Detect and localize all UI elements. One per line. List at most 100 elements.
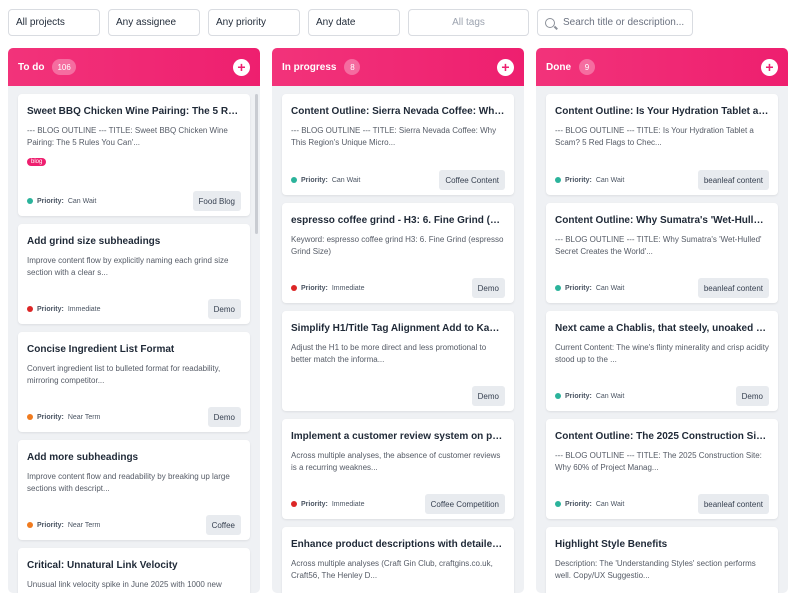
date-filter[interactable]: Any date xyxy=(308,9,400,36)
search-input[interactable]: Search title or description... xyxy=(537,9,693,36)
assignee-filter[interactable]: Any assignee xyxy=(108,9,200,36)
project-badge[interactable]: Demo xyxy=(207,299,241,319)
card-description: Improve content flow and readability by … xyxy=(27,472,230,493)
card-title: Implement a customer review system on pr… xyxy=(291,431,505,442)
card-title: espresso coffee grind - H3: 6. Fine Grin… xyxy=(291,215,505,226)
column-header: Done 9 + xyxy=(536,48,788,86)
card-footer: Priority: Can Wait Food Blog xyxy=(27,186,241,216)
project-badge[interactable]: Demo xyxy=(207,407,241,427)
plus-icon: + xyxy=(765,59,774,75)
task-card[interactable]: Next came a Chablis, that steely, unoake… xyxy=(546,311,778,411)
task-card[interactable]: Add grind size subheadings Improve conten… xyxy=(18,224,250,324)
project-badge[interactable]: Coffee Content xyxy=(439,170,505,190)
column-title: To do xyxy=(18,61,45,73)
priority-label: Priority: xyxy=(565,392,592,400)
card-description: --- BLOG OUTLINE --- TITLE: Sweet BBQ Ch… xyxy=(27,126,228,147)
card-description: Current Content: The wine's flinty miner… xyxy=(555,343,769,364)
column-scrollbar[interactable] xyxy=(255,94,258,234)
project-filter[interactable]: All projects xyxy=(8,9,100,36)
add-card-button[interactable]: + xyxy=(233,58,250,76)
task-card[interactable]: Highlight Style Benefits Description: The… xyxy=(546,527,778,593)
task-card[interactable]: Content Outline: Sierra Nevada Coffee: W… xyxy=(282,94,514,195)
card-title: Sweet BBQ Chicken Wine Pairing: The 5 Ru… xyxy=(27,106,241,117)
tags-filter[interactable]: All tags xyxy=(408,9,529,36)
project-badge[interactable]: Demo xyxy=(735,386,769,406)
task-card[interactable]: Content Outline: Is Your Hydration Table… xyxy=(546,94,778,195)
task-card[interactable]: Enhance product descriptions with detail… xyxy=(282,527,514,593)
task-card[interactable]: espresso coffee grind - H3: 6. Fine Grin… xyxy=(282,203,514,303)
column-title: In progress xyxy=(282,61,337,73)
project-badge[interactable]: beanleaf content xyxy=(697,278,769,298)
column-count-badge: 8 xyxy=(344,59,361,75)
priority-dot-icon xyxy=(291,285,297,291)
card-description: --- BLOG OUTLINE --- TITLE: Sierra Nevad… xyxy=(291,126,497,147)
card-title: Content Outline: Why Sumatra's 'Wet-Hull… xyxy=(555,215,769,226)
card-description: Description: The 'Understanding Styles' … xyxy=(555,559,756,580)
column-header: In progress 8 + xyxy=(272,48,524,86)
column-in-progress: In progress 8 + Content Outline: Sierra Nev… xyxy=(272,48,524,593)
priority-value: Can Wait xyxy=(595,284,625,292)
card-description: --- BLOG OUTLINE --- TITLE: Why Sumatra'… xyxy=(555,235,762,256)
card-title: Add more subheadings xyxy=(27,452,139,463)
card-description: Across multiple analyses (Craft Gin Club… xyxy=(291,559,493,580)
priority-dot-icon xyxy=(27,306,33,312)
project-badge[interactable]: Demo xyxy=(471,386,505,406)
priority-value: Can Wait xyxy=(595,176,625,184)
task-card[interactable]: Content Outline: The 2025 Construction S… xyxy=(546,419,778,519)
priority-label: Priority: xyxy=(37,521,64,529)
column-body[interactable]: Content Outline: Sierra Nevada Coffee: W… xyxy=(272,86,524,593)
card-title: Concise Ingredient List Format xyxy=(27,344,175,355)
task-card[interactable]: Implement a customer review system on pr… xyxy=(282,419,514,519)
priority-value: Immediate xyxy=(67,305,101,313)
priority-value: Near Term xyxy=(67,413,101,421)
priority-value: Can Wait xyxy=(595,500,625,508)
task-card[interactable]: Sweet BBQ Chicken Wine Pairing: The 5 Ru… xyxy=(18,94,250,216)
priority-dot-icon xyxy=(27,198,33,204)
card-title: Simplify H1/Title Tag Alignment Add to K… xyxy=(291,323,505,334)
task-card[interactable]: Concise Ingredient List Format Convert in… xyxy=(18,332,250,432)
project-filter-value: All projects xyxy=(16,17,65,28)
priority-value: Can Wait xyxy=(67,197,97,205)
search-icon xyxy=(545,17,555,28)
card-description: Convert ingredient list to bulleted form… xyxy=(27,364,221,385)
card-title: Content Outline: Is Your Hydration Table… xyxy=(555,106,769,117)
project-badge[interactable]: beanleaf content xyxy=(697,170,769,190)
card-tag[interactable]: blog xyxy=(27,158,47,166)
priority-label: Priority: xyxy=(565,500,592,508)
card-description: Unusual link velocity spike in June 2025… xyxy=(27,580,222,589)
column-body[interactable]: Content Outline: Is Your Hydration Table… xyxy=(536,86,788,593)
assignee-filter-value: Any assignee xyxy=(116,17,177,28)
card-title: Critical: Unnatural Link Velocity xyxy=(27,560,178,571)
add-card-button[interactable]: + xyxy=(497,58,514,76)
project-badge[interactable]: Coffee Competition xyxy=(424,494,505,514)
column-count-badge: 106 xyxy=(52,59,76,75)
card-footer: Priority: Near Term Coffee xyxy=(27,510,241,540)
add-card-button[interactable]: + xyxy=(761,58,778,76)
priority-dot-icon xyxy=(27,522,33,528)
priority-label: Priority: xyxy=(301,176,328,184)
card-footer: Priority: Can Wait Coffee Content xyxy=(291,165,505,195)
card-title: Highlight Style Benefits xyxy=(555,539,668,550)
project-badge[interactable]: Demo xyxy=(471,278,505,298)
priority-label: Priority: xyxy=(301,284,328,292)
column-body[interactable]: Sweet BBQ Chicken Wine Pairing: The 5 Ru… xyxy=(8,86,260,593)
plus-icon: + xyxy=(501,59,510,75)
column-header: To do 106 + xyxy=(8,48,260,86)
card-title: Enhance product descriptions with detail… xyxy=(291,539,505,550)
priority-label: Priority: xyxy=(301,500,328,508)
task-card[interactable]: Content Outline: Why Sumatra's 'Wet-Hull… xyxy=(546,203,778,303)
search-placeholder: Search title or description... xyxy=(563,17,685,28)
project-badge[interactable]: beanleaf content xyxy=(697,494,769,514)
task-card[interactable]: Add more subheadings Improve content flow… xyxy=(18,440,250,540)
project-badge[interactable]: Coffee xyxy=(205,515,241,535)
task-card[interactable]: Simplify H1/Title Tag Alignment Add to K… xyxy=(282,311,514,411)
priority-dot-icon xyxy=(555,177,561,183)
priority-dot-icon xyxy=(27,414,33,420)
card-footer: Demo xyxy=(291,381,505,411)
column-done: Done 9 + Content Outline: Is Your Hydration… xyxy=(536,48,788,593)
task-card[interactable]: Critical: Unnatural Link Velocity Unusual… xyxy=(18,548,250,593)
project-badge[interactable]: Food Blog xyxy=(192,191,241,211)
priority-filter[interactable]: Any priority xyxy=(208,9,300,36)
priority-value: Can Wait xyxy=(331,176,361,184)
card-footer: Priority: Can Wait beanleaf content xyxy=(555,165,769,195)
